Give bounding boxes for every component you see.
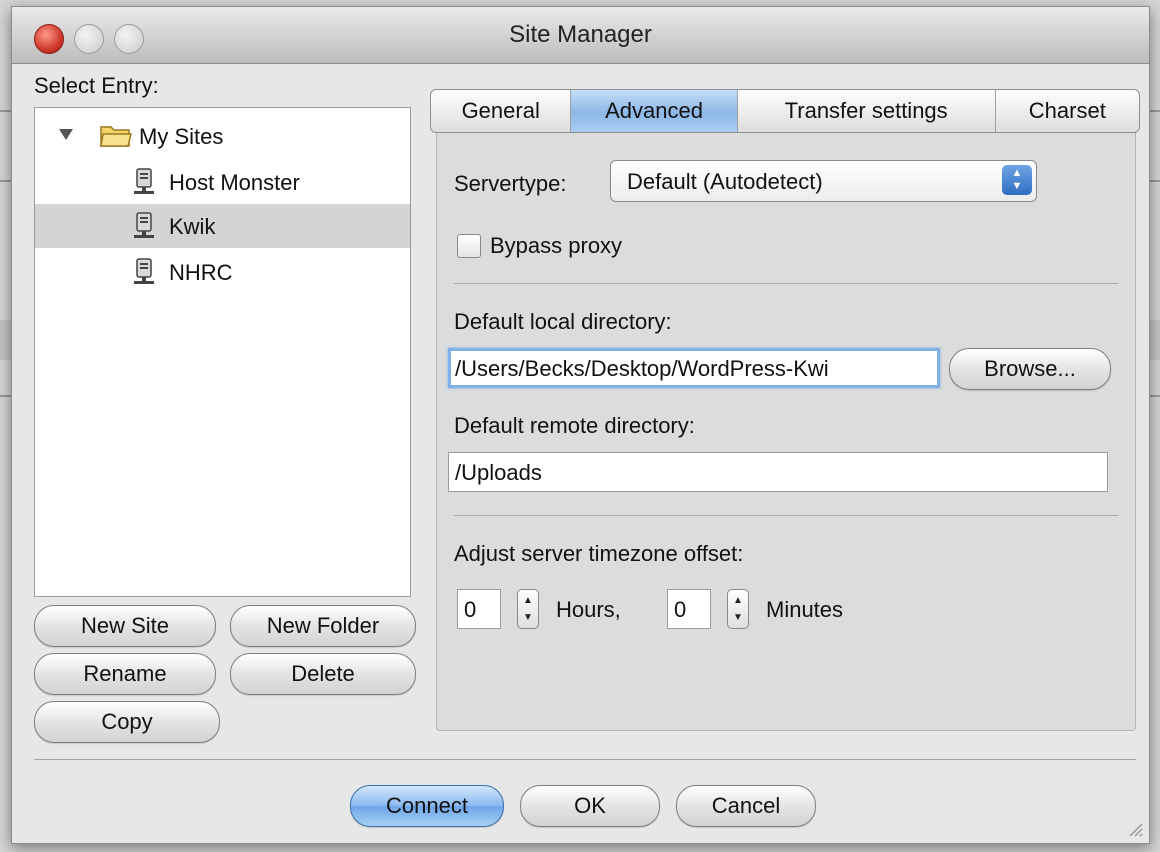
server-icon [131,167,157,202]
bypass-proxy-label[interactable]: Bypass proxy [490,233,622,259]
section-divider [454,283,1118,284]
server-icon [131,257,157,292]
tab-charset[interactable]: Charset [996,90,1139,132]
tree-item-host-monster[interactable]: Host Monster [35,160,410,204]
section-divider [454,515,1118,516]
title-bar[interactable]: Site Manager [12,7,1149,64]
local-directory-input[interactable]: /Users/Becks/Desktop/WordPress-Kwi [448,348,940,388]
minutes-label: Minutes [766,597,844,622]
tab-advanced[interactable]: Advanced [571,90,738,132]
tree-item-kwik[interactable]: Kwik [35,204,410,248]
site-tree[interactable]: My Sites Host Monster Kwik NHRC [34,107,411,597]
tab-general[interactable]: General [431,90,572,132]
folder-icon [99,121,133,154]
timezone-offset-label: Adjust server timezone offset: [454,541,744,566]
tree-item-nhrc[interactable]: NHRC [35,250,410,294]
remote-directory-input[interactable]: /Uploads [448,452,1108,492]
servertype-label: Servertype: [454,171,567,196]
remote-directory-label: Default remote directory: [454,413,695,438]
servertype-value: Default (Autodetect) [627,169,823,194]
minutes-stepper-icon[interactable]: ▲ ▼ [727,589,749,629]
tree-folder-my-sites[interactable]: My Sites [35,114,410,158]
window-title: Site Manager [509,21,652,48]
hours-stepper-icon[interactable]: ▲ ▼ [517,589,539,629]
footer-divider [34,759,1136,760]
delete-button[interactable]: Delete [230,653,416,695]
servertype-select[interactable]: Default (Autodetect) ▲ ▼ [610,160,1037,202]
tree-item-label: Kwik [169,214,216,239]
cancel-button[interactable]: Cancel [676,785,816,827]
bypass-proxy-checkbox[interactable] [457,234,481,258]
local-directory-label: Default local directory: [454,309,672,334]
select-entry-label: Select Entry: [34,73,159,98]
tab-transfer-settings[interactable]: Transfer settings [738,90,996,132]
resize-grip-icon[interactable] [1125,819,1143,837]
ok-button[interactable]: OK [520,785,660,827]
connect-button[interactable]: Connect [350,785,504,827]
minutes-input[interactable]: 0 [667,589,711,629]
browse-button[interactable]: Browse... [949,348,1111,390]
hours-input[interactable]: 0 [457,589,501,629]
new-folder-button[interactable]: New Folder [230,605,416,647]
hours-label: Hours, [556,597,621,622]
site-manager-window: Site Manager Select Entry: My Sites Host… [11,6,1150,844]
rename-button[interactable]: Rename [34,653,216,695]
tab-bar: General Advanced Transfer settings Chars… [430,89,1140,133]
new-site-button[interactable]: New Site [34,605,216,647]
copy-button[interactable]: Copy [34,701,220,743]
server-icon [131,211,157,246]
tree-item-label: NHRC [169,260,233,285]
select-arrows-icon: ▲ ▼ [1002,165,1032,195]
tree-folder-label: My Sites [139,124,224,149]
disclosure-triangle-icon[interactable] [59,129,73,140]
tree-item-label: Host Monster [169,170,300,195]
